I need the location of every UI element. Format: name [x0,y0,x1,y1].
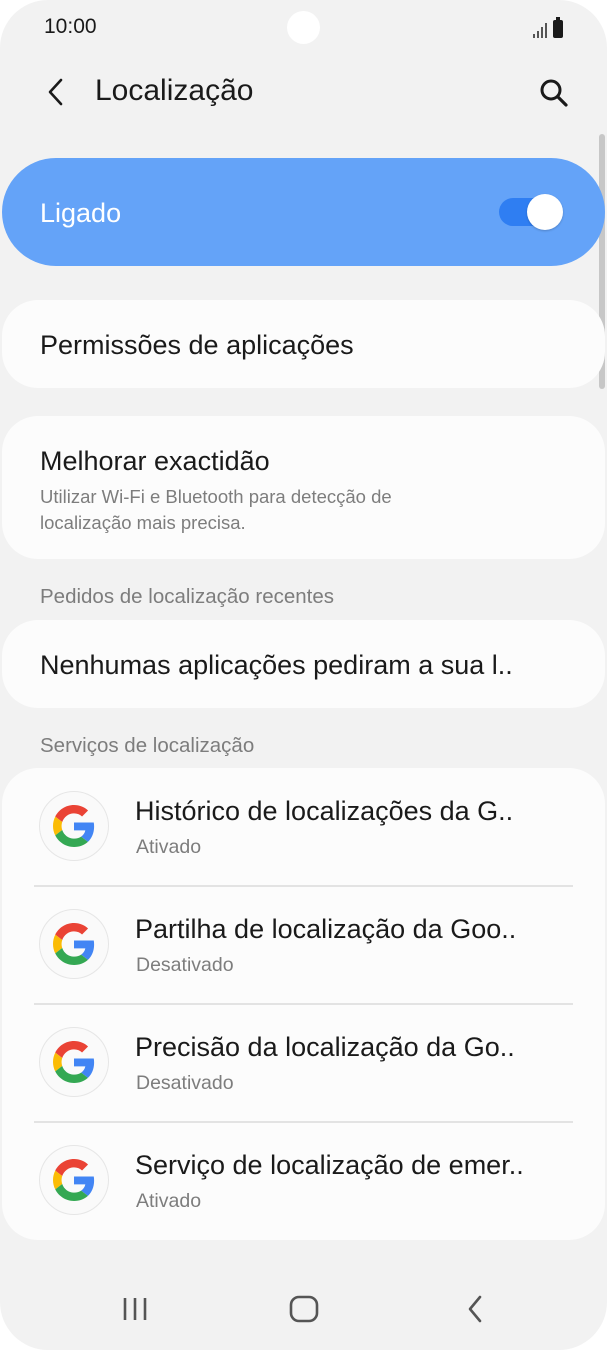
app-permissions-item[interactable]: Permissões de aplicações [2,300,605,388]
service-title: Histórico de localizações da G.. [135,796,514,826]
location-services-card: Histórico de localizações da G.. Ativado… [2,768,605,1240]
status-time: 10:00 [44,15,97,38]
home-button[interactable] [279,1288,329,1330]
navigation-bar [0,1270,607,1350]
back-nav-button[interactable] [450,1288,500,1330]
service-title: Serviço de localização de emer.. [135,1150,524,1180]
battery-icon [553,17,563,38]
back-icon [468,1295,482,1323]
location-services-header: Serviços de localização [40,734,255,757]
recent-requests-text: Nenhumas aplicações pediram a sua l.. [40,650,513,680]
page-title: Localização [95,74,254,107]
location-switch[interactable] [499,194,563,230]
search-button[interactable] [533,72,575,114]
recent-requests-header: Pedidos de localização recentes [40,585,335,608]
google-icon [40,910,108,978]
service-item-history[interactable]: Histórico de localizações da G.. Ativado [2,768,605,886]
phone-screen: 10:00 Localização Ligado Permissões de a… [0,0,607,1350]
recents-icon [123,1298,147,1320]
service-title: Partilha de localização da Goo.. [135,914,517,944]
google-icon [40,792,108,860]
search-icon [540,79,568,107]
google-icon [40,1146,108,1214]
recent-requests-item[interactable]: Nenhumas aplicações pediram a sua l.. [2,620,605,708]
service-item-sharing[interactable]: Partilha de localização da Goo.. Desativ… [2,886,605,1004]
improve-accuracy-item[interactable]: Melhorar exactidão Utilizar Wi-Fi e Blue… [2,416,605,559]
improve-accuracy-subtitle-1: Utilizar Wi-Fi e Bluetooth para detecção… [40,486,392,507]
front-camera [287,11,320,44]
status-bar: 10:00 [0,0,607,56]
chevron-left-icon [48,78,63,106]
app-permissions-title: Permissões de aplicações [40,330,354,360]
status-icons [533,16,563,38]
service-status: Desativado [136,954,234,976]
google-icon [40,1028,108,1096]
app-bar: Localização [0,60,607,124]
service-title: Precisão da localização da Go.. [135,1032,515,1062]
back-button[interactable] [36,72,76,112]
service-item-emergency[interactable]: Serviço de localização de emer.. Ativado [2,1122,605,1240]
improve-accuracy-title: Melhorar exactidão [40,446,270,476]
switch-knob [527,194,563,230]
recents-button[interactable] [110,1288,160,1330]
signal-icon [533,22,547,38]
improve-accuracy-subtitle-2: localização mais precisa. [40,512,246,533]
location-master-toggle[interactable]: Ligado [2,158,605,266]
service-status: Ativado [136,836,202,858]
master-toggle-label: Ligado [40,198,122,228]
service-item-accuracy[interactable]: Precisão da localização da Go.. Desativa… [2,1004,605,1122]
service-status: Ativado [136,1190,202,1212]
home-icon [289,1295,319,1323]
service-status: Desativado [136,1072,234,1094]
